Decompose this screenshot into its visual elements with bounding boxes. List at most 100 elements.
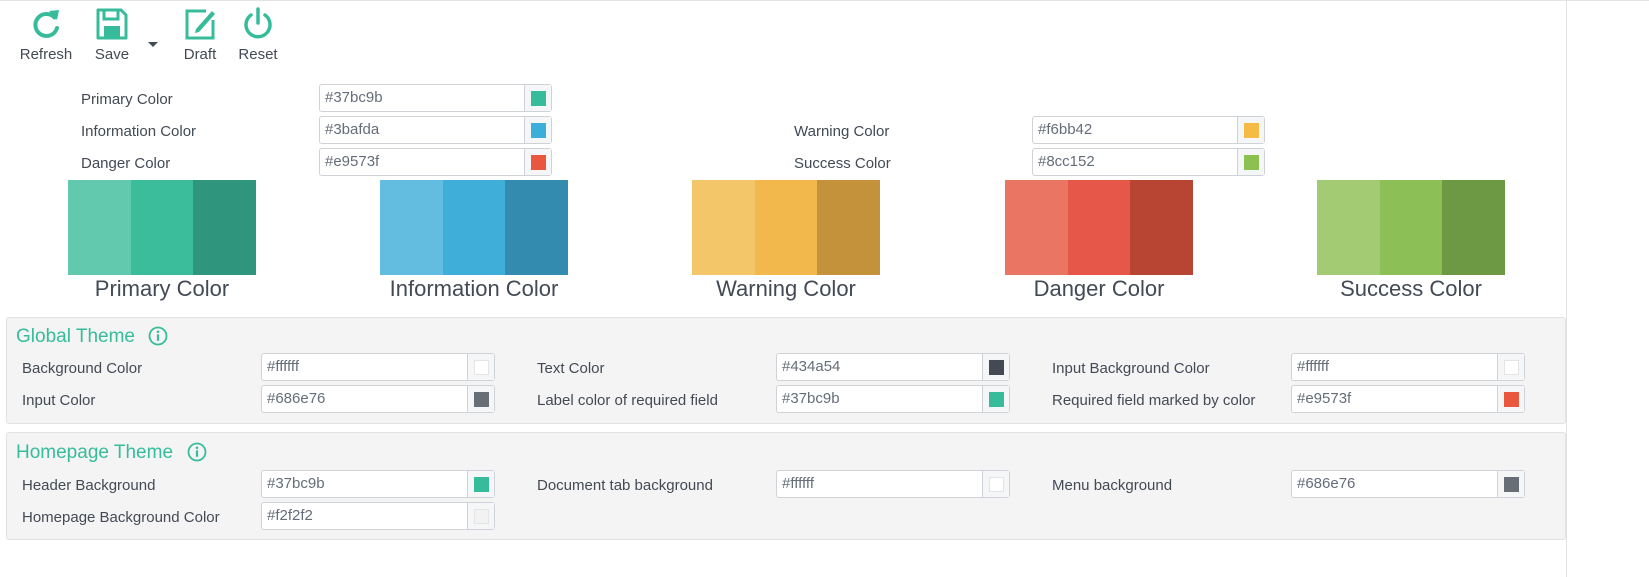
global-theme-panel: Global Theme Background Color #ffffff In… — [6, 317, 1566, 424]
background-color-value[interactable]: #ffffff — [262, 354, 299, 380]
menu-background-picker[interactable] — [1497, 471, 1524, 497]
danger-color-input[interactable]: #e9573f — [319, 148, 552, 176]
header-background-swatch — [474, 477, 489, 492]
input-color-picker[interactable] — [467, 386, 494, 412]
success-color-picker[interactable] — [1237, 149, 1264, 175]
success-palette-name: Success Color — [1340, 276, 1482, 301]
information-color-picker[interactable] — [524, 117, 551, 143]
success-color-value[interactable]: #8cc152 — [1033, 149, 1095, 175]
global-theme-title: Global Theme — [16, 326, 135, 347]
warning-color-value[interactable]: #f6bb42 — [1033, 117, 1092, 143]
success-color-label: Success Color — [794, 155, 891, 172]
primary-palette: Primary Color — [68, 180, 257, 302]
danger-color-swatch — [531, 155, 546, 170]
primary-shade-light — [68, 180, 131, 275]
primary-shade-dark — [193, 180, 257, 275]
homepage-theme-panel: Homepage Theme Header Background #37bc9b… — [6, 432, 1566, 540]
floppy-disk-icon — [96, 8, 128, 40]
required-field-color-picker[interactable] — [1497, 386, 1524, 412]
input-color-value[interactable]: #686e76 — [262, 386, 325, 412]
required-field-color-value[interactable]: #e9573f — [1292, 386, 1351, 412]
primary-palette-name: Primary Color — [94, 276, 230, 301]
document-tab-background-input[interactable]: #ffffff — [776, 470, 1010, 498]
save-label: Save — [94, 46, 130, 63]
required-field-color-input[interactable]: #e9573f — [1291, 385, 1525, 413]
header-background-input[interactable]: #37bc9b — [261, 470, 495, 498]
draft-button[interactable]: Draft — [178, 6, 222, 63]
top-divider — [0, 0, 1649, 1]
information-palette-strip — [380, 180, 569, 275]
save-dropdown-caret-icon[interactable] — [148, 42, 158, 47]
warning-shade-dark — [817, 180, 881, 275]
information-color-input[interactable]: #3bafda — [319, 116, 552, 144]
success-color-input[interactable]: #8cc152 — [1032, 148, 1265, 176]
homepage-theme-title: Homepage Theme — [16, 442, 174, 463]
label-required-color-picker[interactable] — [982, 386, 1009, 412]
information-color-value[interactable]: #3bafda — [320, 117, 379, 143]
text-color-value[interactable]: #434a54 — [777, 354, 840, 380]
text-color-input[interactable]: #434a54 — [776, 353, 1010, 381]
input-background-color-swatch — [1504, 360, 1519, 375]
danger-color-value[interactable]: #e9573f — [320, 149, 379, 175]
menu-background-input[interactable]: #686e76 — [1291, 470, 1525, 498]
homepage-background-input[interactable]: #f2f2f2 — [261, 502, 495, 530]
warning-palette-strip — [692, 180, 881, 275]
draft-label: Draft — [183, 46, 217, 63]
primary-color-swatch — [531, 91, 546, 106]
success-shade-dark — [1442, 180, 1506, 275]
warning-color-swatch — [1244, 123, 1259, 138]
information-color-swatch — [531, 123, 546, 138]
menu-background-swatch — [1504, 477, 1519, 492]
reset-button[interactable]: Reset — [235, 6, 281, 63]
document-tab-background-swatch — [989, 477, 1004, 492]
homepage-background-value[interactable]: #f2f2f2 — [262, 503, 313, 529]
success-palette-strip — [1317, 180, 1506, 275]
input-background-color-picker[interactable] — [1497, 354, 1524, 380]
homepage-background-picker[interactable] — [467, 503, 494, 529]
header-background-value[interactable]: #37bc9b — [262, 471, 325, 497]
success-shade-base — [1379, 180, 1443, 275]
input-background-color-input[interactable]: #ffffff — [1291, 353, 1525, 381]
warning-color-label: Warning Color — [794, 123, 890, 140]
save-button[interactable]: Save — [90, 6, 134, 63]
primary-color-value[interactable]: #37bc9b — [320, 85, 383, 111]
document-tab-background-value[interactable]: #ffffff — [777, 471, 814, 497]
input-color-swatch — [474, 392, 489, 407]
primary-color-picker[interactable] — [524, 85, 551, 111]
warning-shade-base — [754, 180, 818, 275]
refresh-button[interactable]: Refresh — [18, 6, 74, 63]
input-background-color-label: Input Background Color — [1052, 360, 1210, 377]
background-color-input[interactable]: #ffffff — [261, 353, 495, 381]
warning-color-picker[interactable] — [1237, 117, 1264, 143]
refresh-label: Refresh — [19, 46, 73, 63]
warning-palette-name: Warning Color — [716, 276, 856, 301]
information-palette: Information Color — [380, 180, 569, 302]
input-background-color-value[interactable]: #ffffff — [1292, 354, 1329, 380]
primary-color-input[interactable]: #37bc9b — [319, 84, 552, 112]
menu-background-label: Menu background — [1052, 477, 1173, 494]
primary-color-label: Primary Color — [81, 91, 173, 108]
text-color-picker[interactable] — [982, 354, 1009, 380]
label-required-color-input[interactable]: #37bc9b — [776, 385, 1010, 413]
menu-background-value[interactable]: #686e76 — [1292, 471, 1355, 497]
global-theme-info-icon[interactable] — [148, 326, 168, 346]
success-shade-light — [1317, 180, 1380, 275]
header-background-picker[interactable] — [467, 471, 494, 497]
header-background-label: Header Background — [22, 477, 156, 494]
information-palette-name: Information Color — [389, 276, 559, 301]
warning-shade-light — [692, 180, 755, 275]
document-tab-background-picker[interactable] — [982, 471, 1009, 497]
homepage-theme-info-icon[interactable] — [187, 442, 207, 462]
input-color-input[interactable]: #686e76 — [261, 385, 495, 413]
background-color-swatch — [474, 360, 489, 375]
background-color-label: Background Color — [22, 360, 143, 377]
danger-shade-dark — [1130, 180, 1194, 275]
warning-color-input[interactable]: #f6bb42 — [1032, 116, 1265, 144]
label-required-color-value[interactable]: #37bc9b — [777, 386, 840, 412]
background-color-picker[interactable] — [467, 354, 494, 380]
primary-shade-base — [130, 180, 194, 275]
homepage-background-label: Homepage Background Color — [22, 509, 220, 526]
success-palette: Success Color — [1317, 180, 1506, 302]
primary-palette-strip — [68, 180, 257, 275]
danger-color-picker[interactable] — [524, 149, 551, 175]
